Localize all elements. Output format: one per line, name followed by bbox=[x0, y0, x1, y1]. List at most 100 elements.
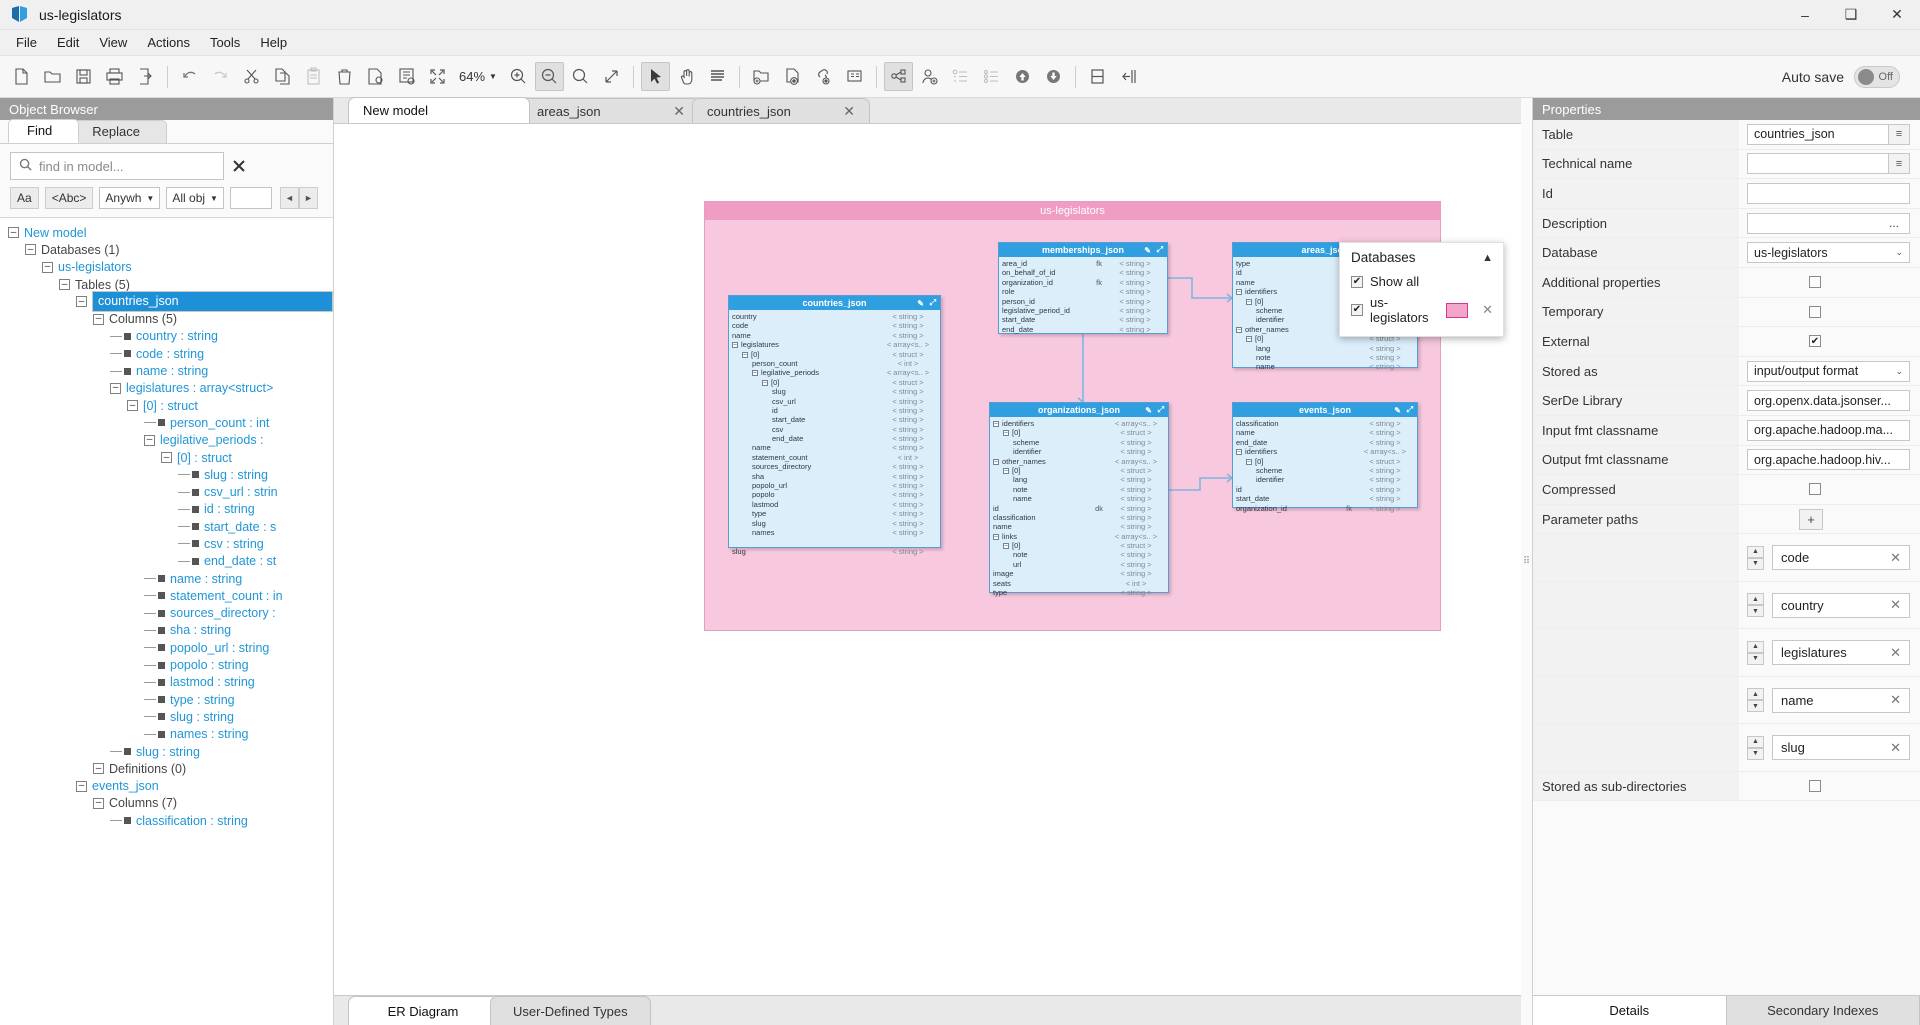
tree-expander-icon[interactable]: – bbox=[93, 797, 104, 809]
cut-icon[interactable] bbox=[237, 62, 266, 91]
er-table-row[interactable]: organization_id fk < string > bbox=[1233, 504, 1417, 513]
parameter-path-field[interactable]: slug ✕ bbox=[1772, 735, 1910, 761]
property-input[interactable]: org.openx.data.jsonser... bbox=[1747, 390, 1910, 412]
tree-node[interactable]: – [0] : struct bbox=[0, 397, 333, 414]
property-checkbox[interactable] bbox=[1809, 483, 1821, 496]
property-menu-button[interactable]: ≡ bbox=[1889, 153, 1910, 175]
er-table-row[interactable]: slug < string > bbox=[729, 519, 940, 528]
chevron-up-icon[interactable]: ▲ bbox=[1482, 252, 1493, 264]
show-all-row[interactable]: ✔ Show all bbox=[1340, 271, 1503, 292]
expand-icon[interactable]: ⤢ bbox=[1158, 405, 1164, 415]
er-table-row[interactable]: –[0] < struct > bbox=[1233, 457, 1417, 466]
database-color-swatch[interactable] bbox=[1446, 302, 1469, 318]
tree-node[interactable]: – legilative_periods : bbox=[0, 432, 333, 449]
move-down-button[interactable]: ▼ bbox=[1747, 557, 1764, 570]
property-select[interactable]: us-legislators ⌄ bbox=[1747, 242, 1910, 264]
tree-node[interactable]: classification : string bbox=[0, 812, 333, 829]
er-table-row[interactable]: end_date < string > bbox=[999, 325, 1167, 334]
er-table-row[interactable]: name < string > bbox=[729, 331, 940, 340]
tree-node[interactable]: statement_count : in bbox=[0, 587, 333, 604]
er-table-row[interactable]: seats < int > bbox=[990, 579, 1168, 588]
edit-icon[interactable]: ✎ bbox=[917, 299, 924, 308]
menu-actions[interactable]: Actions bbox=[137, 32, 200, 53]
remove-parameter-path-button[interactable]: ✕ bbox=[1890, 740, 1901, 756]
doc-tab-countries-json[interactable]: countries_json ✕ bbox=[692, 98, 870, 123]
property-input[interactable] bbox=[1747, 182, 1910, 204]
property-input[interactable]: org.apache.hadoop.hiv... bbox=[1747, 449, 1910, 471]
er-table-row[interactable]: scheme < string > bbox=[990, 438, 1168, 447]
add-entity-icon[interactable] bbox=[778, 62, 807, 91]
parameter-path-field[interactable]: name ✕ bbox=[1772, 687, 1910, 713]
redo-icon[interactable] bbox=[206, 62, 235, 91]
tree-expander-icon[interactable]: – bbox=[127, 400, 138, 412]
er-table-row[interactable]: name < string > bbox=[990, 494, 1168, 503]
doc-tab-new-model[interactable]: New model bbox=[348, 97, 530, 123]
er-table[interactable]: events_json ✎ ⤢ classification < string > nam… bbox=[1232, 402, 1418, 513]
expand-icon[interactable]: ⤢ bbox=[1157, 245, 1163, 255]
model-tree[interactable]: – New model – Databases (1) – us-legislators –… bbox=[0, 217, 333, 1025]
object-type-select[interactable]: All obj ▼ bbox=[166, 187, 224, 209]
edit-icon[interactable]: ✎ bbox=[1144, 246, 1151, 255]
tab-replace[interactable]: Replace bbox=[73, 120, 167, 143]
er-table-row[interactable]: sha < string > bbox=[729, 472, 940, 481]
zoom-fit-icon[interactable] bbox=[597, 62, 626, 91]
case-sensitive-button[interactable]: Aa bbox=[10, 187, 39, 209]
er-table-row[interactable]: name < string > bbox=[990, 522, 1168, 531]
er-table-row[interactable]: start_date < string > bbox=[1233, 494, 1417, 503]
tree-expander-icon[interactable]: – bbox=[59, 279, 70, 291]
er-table-row[interactable]: identifier < string > bbox=[990, 447, 1168, 456]
copy-icon[interactable] bbox=[268, 62, 297, 91]
er-table-row[interactable]: csv < string > bbox=[729, 425, 940, 434]
tab-secondary-indexes[interactable]: Secondary Indexes bbox=[1726, 996, 1920, 1025]
tree-expander-icon[interactable]: – bbox=[76, 296, 87, 308]
tree-expander-icon[interactable]: – bbox=[93, 763, 104, 775]
er-row-expander-icon[interactable]: – bbox=[1236, 289, 1242, 296]
tree-expander-icon[interactable]: – bbox=[8, 227, 19, 239]
tree-node[interactable]: – Databases (1) bbox=[0, 241, 333, 258]
expand-icon[interactable]: ⤢ bbox=[1407, 405, 1413, 415]
er-table-row[interactable]: –identifiers < array<s.. > bbox=[990, 419, 1168, 428]
close-button[interactable]: ✕ bbox=[1874, 0, 1920, 30]
er-row-expander-icon[interactable]: – bbox=[1246, 298, 1252, 305]
er-table-row[interactable]: – links < array<s.. > bbox=[990, 532, 1168, 541]
er-table-row[interactable]: code < string > bbox=[729, 321, 940, 330]
open-folder-icon[interactable] bbox=[38, 62, 67, 91]
tree-node[interactable]: csv_url : strin bbox=[0, 483, 333, 500]
clear-x-icon[interactable] bbox=[228, 155, 250, 177]
er-row-expander-icon[interactable]: – bbox=[1236, 449, 1242, 456]
er-row-expander-icon[interactable]: – bbox=[742, 351, 748, 358]
collapse-panel-icon[interactable] bbox=[1114, 62, 1143, 91]
er-table[interactable]: memberships_json ✎ ⤢ area_id fk < string > on_… bbox=[998, 242, 1168, 334]
tree-node[interactable]: lastmod : string bbox=[0, 674, 333, 691]
tree-node[interactable]: – Definitions (0) bbox=[0, 760, 333, 777]
er-table-row[interactable]: slug < string > bbox=[729, 387, 940, 396]
zoom-level-display[interactable]: 64% ▼ bbox=[453, 69, 503, 84]
whole-word-button[interactable]: <Abc> bbox=[44, 187, 94, 209]
tree-expander-icon[interactable]: – bbox=[76, 780, 87, 792]
add-user-icon[interactable] bbox=[915, 62, 944, 91]
er-row-expander-icon[interactable]: – bbox=[1003, 430, 1009, 437]
zoom-out-icon[interactable] bbox=[534, 62, 564, 91]
close-icon[interactable]: ✕ bbox=[673, 103, 685, 120]
er-row-expander-icon[interactable]: – bbox=[1003, 543, 1009, 550]
er-table-row[interactable]: –[0] < struct > bbox=[990, 466, 1168, 475]
er-table-header[interactable]: events_json ✎ ⤢ bbox=[1233, 403, 1417, 417]
tree-expander-icon[interactable]: – bbox=[144, 434, 155, 446]
tree-node[interactable]: code : string bbox=[0, 345, 333, 362]
parameter-path-field[interactable]: code ✕ bbox=[1772, 545, 1910, 571]
property-checkbox[interactable] bbox=[1809, 305, 1821, 318]
tab-find[interactable]: Find bbox=[8, 119, 80, 143]
er-row-expander-icon[interactable]: – bbox=[752, 370, 758, 377]
edit-icon[interactable]: ✎ bbox=[1394, 406, 1401, 415]
property-select[interactable]: input/output format ⌄ bbox=[1747, 360, 1910, 382]
tree-node[interactable]: – us-legislators bbox=[0, 259, 333, 276]
er-table-row[interactable]: organization_id fk < string > bbox=[999, 278, 1167, 287]
er-table-row[interactable]: popolo < string > bbox=[729, 490, 940, 499]
tree-node[interactable]: name : string bbox=[0, 570, 333, 587]
er-table-row[interactable]: lastmod < string > bbox=[729, 500, 940, 509]
er-table-row[interactable]: end_date < string > bbox=[1233, 438, 1417, 447]
er-table-row[interactable]: lang < string > bbox=[990, 475, 1168, 484]
menu-file[interactable]: File bbox=[6, 32, 47, 53]
er-table-row[interactable]: legislative_period_id < string > bbox=[999, 306, 1167, 315]
tree-node[interactable]: slug : string bbox=[0, 708, 333, 725]
